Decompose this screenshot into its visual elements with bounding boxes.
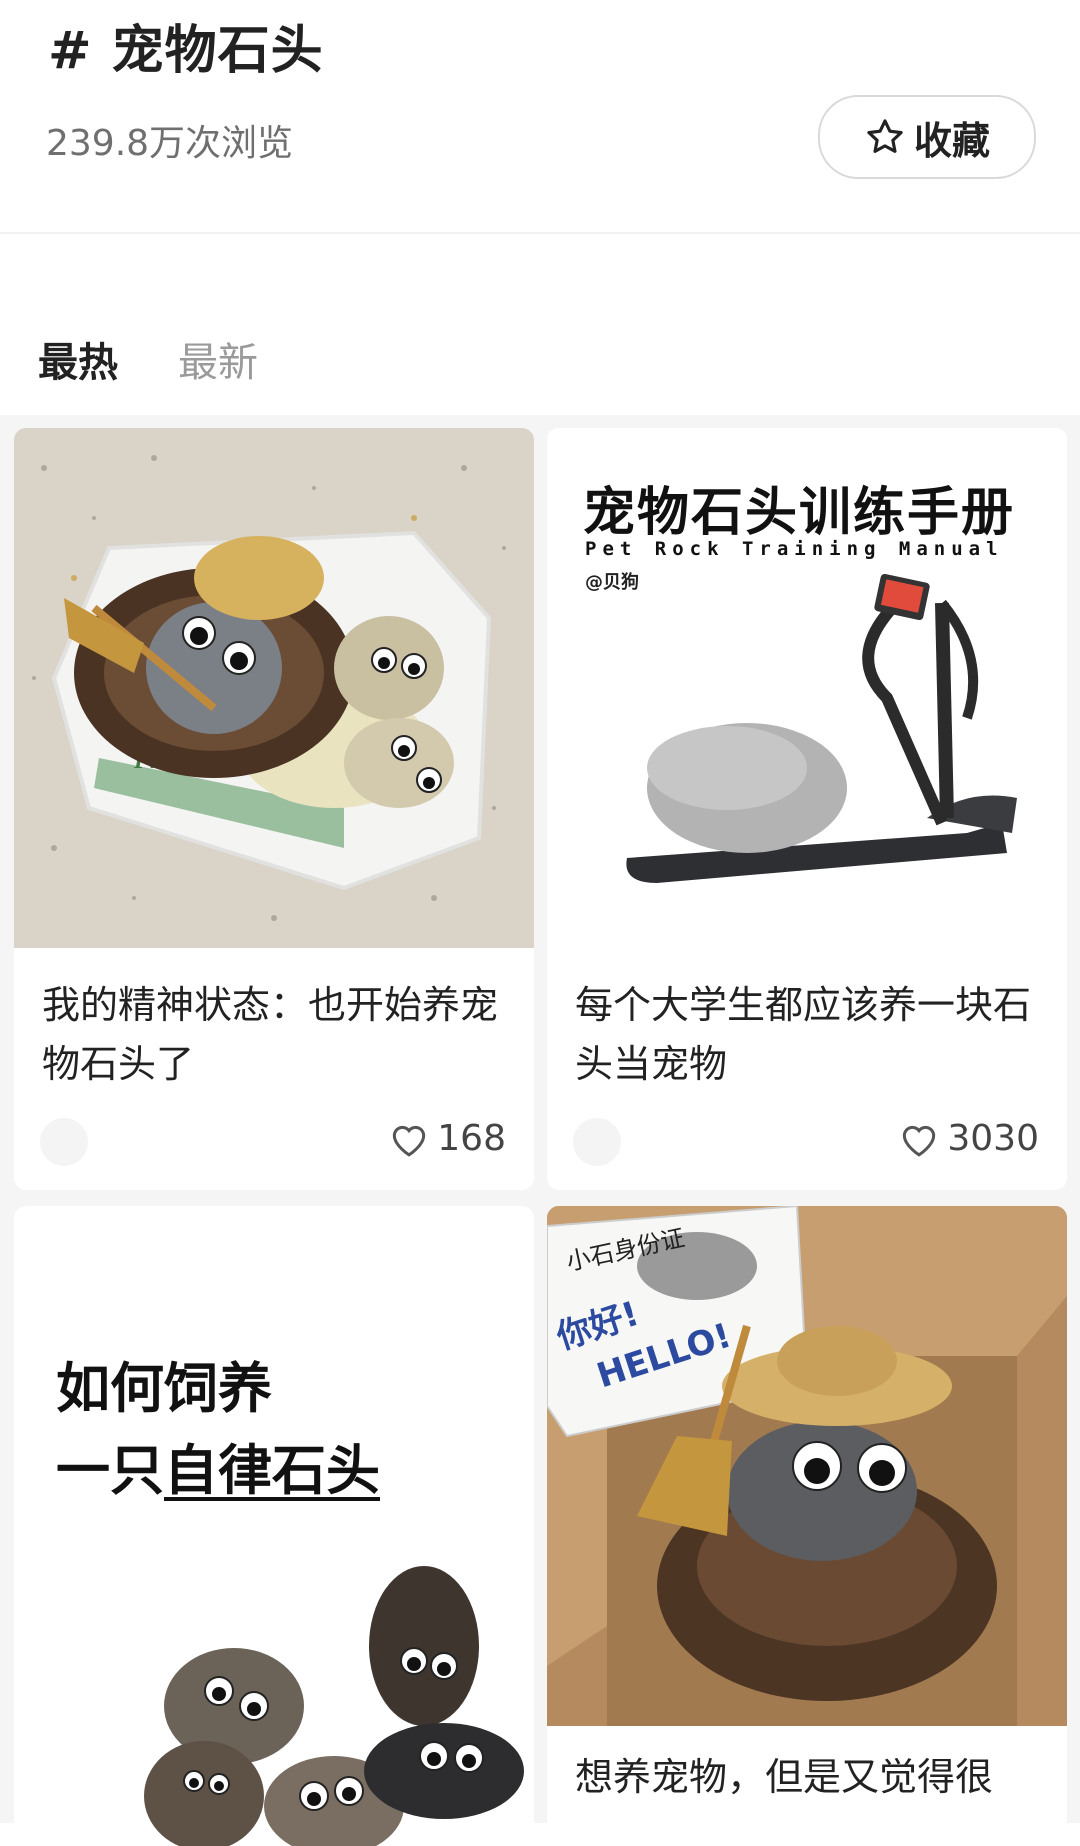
post-image — [547, 1206, 1067, 1726]
like-button[interactable]: 3030 — [899, 1118, 1039, 1159]
post-card[interactable]: 小石身份证 你好! HELLO! 想养宠物，但是又觉得很 — [547, 1206, 1067, 1846]
tab-new[interactable]: 最新 — [178, 330, 258, 388]
heart-icon — [393, 1125, 426, 1157]
post-card[interactable]: 如何饲养 一只自律石头 — [14, 1206, 534, 1846]
post-image: Fran — [14, 428, 534, 948]
poster-line-2-prefix: 一只 — [56, 1439, 164, 1502]
star-icon — [867, 119, 903, 153]
favorite-button[interactable]: 收藏 — [818, 95, 1036, 179]
tab-hot[interactable]: 最热 — [38, 330, 118, 388]
view-count: 239.8万次浏览 — [46, 123, 294, 164]
avatar[interactable] — [573, 1118, 621, 1166]
post-image — [144, 1566, 524, 1846]
heart-icon — [903, 1125, 936, 1157]
poster-author: @贝狗 — [585, 572, 639, 593]
poster-line-2-underlined: 自律石头 — [164, 1439, 380, 1502]
post-title: 每个大学生都应该养一块石头当宠物 — [575, 983, 1032, 1086]
topic-header: # 宠物石头 239.8万次浏览 收藏 — [0, 0, 1080, 234]
poster-line-2: 一只自律石头 — [56, 1426, 380, 1505]
post-card[interactable]: 宠物石头训练手册 Pet Rock Training Manual @贝狗 每个… — [547, 428, 1067, 1190]
post-title: 想养宠物，但是又觉得很 — [575, 1755, 994, 1799]
like-count: 168 — [437, 1118, 506, 1159]
post-card[interactable]: Fran 我的精神状态：也开始养宠物石头了 168 — [14, 428, 534, 1190]
like-button[interactable]: 168 — [389, 1118, 506, 1159]
favorite-label: 收藏 — [913, 118, 990, 163]
topic-title: # 宠物石头 — [48, 21, 324, 81]
like-count: 3030 — [947, 1118, 1039, 1159]
avatar[interactable] — [40, 1118, 88, 1166]
poster-title: 宠物石头训练手册 — [583, 483, 1016, 543]
poster-subtitle: Pet Rock Training Manual — [585, 538, 1004, 560]
poster-line-1: 如何饲养 — [56, 1357, 272, 1420]
post-title: 我的精神状态：也开始养宠物石头了 — [42, 983, 499, 1086]
